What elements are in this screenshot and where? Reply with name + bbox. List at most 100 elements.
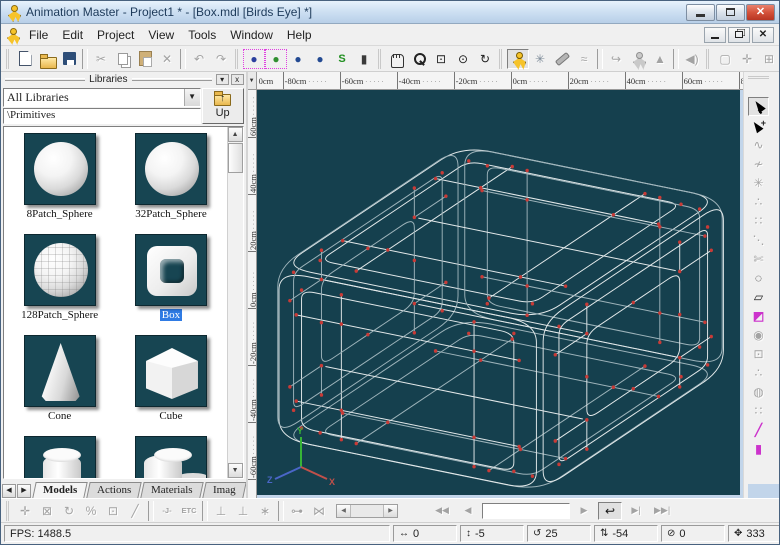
mdi-child-icon[interactable]: [4, 27, 20, 43]
sphere-tool[interactable]: ◍: [748, 382, 769, 401]
child-minimize-button[interactable]: [704, 27, 726, 43]
library-path-field[interactable]: \Primitives: [3, 108, 201, 124]
key-skeletal-button[interactable]: ⊥: [210, 501, 232, 521]
knife-tool[interactable]: ✄: [748, 249, 769, 268]
move-view-button[interactable]: ✛: [736, 49, 758, 69]
sequence-button[interactable]: ▮: [353, 49, 375, 69]
frame-input[interactable]: [482, 503, 570, 519]
save-all-button[interactable]: [58, 49, 80, 69]
hide-tool[interactable]: ◩: [748, 306, 769, 325]
skeletal-mode-button[interactable]: [627, 49, 649, 69]
distort-view-button[interactable]: ⊞: [758, 49, 779, 69]
modeling-mode-button[interactable]: [507, 49, 529, 69]
points-tool-1[interactable]: ∴: [748, 192, 769, 211]
select-tool[interactable]: [748, 97, 769, 116]
menu-window[interactable]: Window: [223, 26, 280, 44]
menu-file[interactable]: File: [22, 26, 55, 44]
pan-button[interactable]: [386, 49, 408, 69]
lock-tool[interactable]: ⊡: [748, 344, 769, 363]
close-button[interactable]: ✕: [746, 4, 775, 21]
library-item-cylinder[interactable]: [24, 436, 96, 479]
libraries-panel-titlebar[interactable]: Libraries ▾ x: [1, 72, 246, 87]
add-spline-tool[interactable]: ╱: [748, 420, 769, 439]
points-tool-5[interactable]: ∷: [748, 401, 769, 420]
copy-button[interactable]: [112, 49, 134, 69]
new-model-button[interactable]: ●: [243, 49, 265, 69]
next-frame-button[interactable]: ▶|: [624, 502, 648, 520]
refresh-button[interactable]: ↻: [474, 49, 496, 69]
points-tool-3[interactable]: ⋱: [748, 230, 769, 249]
add-bone-tool[interactable]: ▮: [748, 439, 769, 458]
up-folder-button[interactable]: Up: [202, 88, 244, 124]
minimize-button[interactable]: [686, 4, 715, 21]
turn-tool-button[interactable]: ↪: [605, 49, 627, 69]
bones-mode-button[interactable]: ✳: [529, 49, 551, 69]
redo-button[interactable]: ↷: [210, 49, 232, 69]
end-frame-button[interactable]: ▶▶|: [650, 502, 674, 520]
scroll-left-icon[interactable]: ◀: [337, 505, 350, 517]
child-close-button[interactable]: ✕: [752, 27, 774, 43]
path-button[interactable]: ╱: [124, 501, 146, 521]
tab-materials[interactable]: Materials: [141, 482, 204, 498]
sound-button[interactable]: ◀): [681, 49, 703, 69]
library-item-label[interactable]: Cone: [46, 410, 73, 422]
library-thumbnail[interactable]: [24, 436, 96, 479]
add-mode-tool[interactable]: +: [748, 116, 769, 135]
undo-button[interactable]: ↶: [188, 49, 210, 69]
cut-button[interactable]: ✂: [90, 49, 112, 69]
rewind-button[interactable]: ◀◀: [430, 502, 454, 520]
library-item-128patch-sphere[interactable]: 128Patch_Sphere: [19, 234, 100, 321]
previous-frame-button[interactable]: ◀: [456, 502, 480, 520]
tab-actions[interactable]: Actions: [87, 482, 143, 498]
tab-models[interactable]: Models: [32, 482, 88, 498]
library-thumbnail[interactable]: [135, 335, 207, 407]
library-thumbnail[interactable]: [135, 234, 207, 306]
bias-manipulator-button[interactable]: %: [80, 501, 102, 521]
subdivide-tool[interactable]: ✳: [748, 173, 769, 192]
lasso-tool[interactable]: ◌: [748, 268, 769, 287]
etc-button[interactable]: ETC: [178, 501, 200, 521]
library-item-box[interactable]: Box: [135, 234, 207, 321]
open-library-button[interactable]: ●: [265, 49, 287, 69]
open-button[interactable]: [36, 49, 58, 69]
patch-tool[interactable]: ◉: [748, 325, 769, 344]
tabs-scroll-right-icon[interactable]: ▶: [17, 484, 31, 498]
library-item-cone[interactable]: Cone: [24, 335, 96, 422]
bound-manipulator-button[interactable]: ⊡: [102, 501, 124, 521]
scale-manipulator-button[interactable]: ⊠: [36, 501, 58, 521]
key-filter-button[interactable]: ⊶: [286, 501, 308, 521]
tab-images[interactable]: Imag: [202, 482, 245, 498]
chevron-down-icon[interactable]: ▼: [184, 89, 200, 106]
embed-model-button[interactable]: S: [331, 49, 353, 69]
library-item-32patch-sphere[interactable]: 32Patch_Sphere: [133, 133, 208, 220]
scroll-up-icon[interactable]: ▲: [228, 127, 243, 142]
import-model-button[interactable]: ●: [287, 49, 309, 69]
scroll-down-icon[interactable]: ▼: [228, 463, 243, 478]
menu-help[interactable]: Help: [280, 26, 319, 44]
rect-lasso-tool[interactable]: ▱: [748, 287, 769, 306]
library-item-label[interactable]: 8Patch_Sphere: [25, 208, 95, 220]
play-button[interactable]: ▶: [572, 502, 596, 520]
library-scrollbar[interactable]: ▲ ▼: [227, 127, 243, 478]
library-thumbnail[interactable]: [135, 436, 207, 479]
insert-point-tool[interactable]: ∿: [748, 135, 769, 154]
key-muscle-button[interactable]: ⊥: [232, 501, 254, 521]
jump-button[interactable]: -J-: [156, 501, 178, 521]
maximize-button[interactable]: [716, 4, 745, 21]
child-restore-button[interactable]: [728, 27, 750, 43]
break-spline-tool[interactable]: ≁: [748, 154, 769, 173]
library-thumbnail[interactable]: [135, 133, 207, 205]
library-item-label[interactable]: 32Patch_Sphere: [133, 208, 208, 220]
library-select[interactable]: All Libraries ▼: [3, 88, 201, 107]
library-item-cube[interactable]: Cube: [135, 335, 207, 422]
mirror-mode-button[interactable]: ⋈: [308, 501, 330, 521]
scrollbar-track[interactable]: [350, 505, 384, 517]
scroll-right-icon[interactable]: ▶: [384, 505, 397, 517]
timeline-mini-scrollbar[interactable]: ◀ ▶: [336, 504, 398, 518]
menu-project[interactable]: Project: [90, 26, 141, 44]
points-tool-4[interactable]: ∴: [748, 363, 769, 382]
library-thumbnail[interactable]: [24, 234, 96, 306]
library-item-label[interactable]: 128Patch_Sphere: [19, 309, 100, 321]
panel-close-button[interactable]: x: [231, 74, 244, 85]
delete-button[interactable]: ✕: [156, 49, 178, 69]
